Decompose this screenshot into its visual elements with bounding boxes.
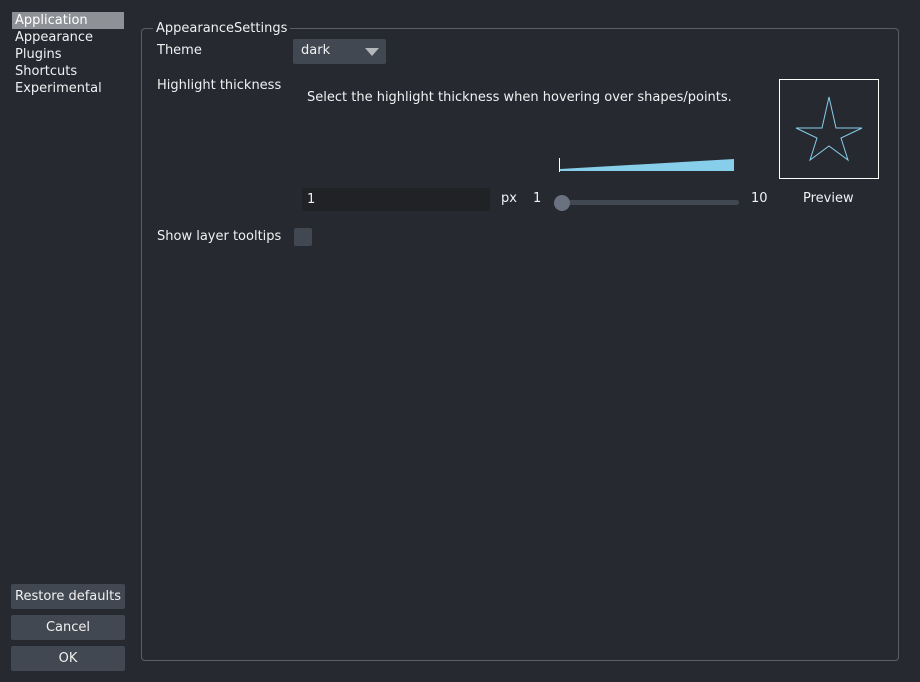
ok-button[interactable]: OK (11, 646, 125, 671)
slider-handle[interactable] (554, 195, 570, 211)
unit-label: px (501, 191, 517, 206)
nav-item-plugins[interactable]: Plugins (12, 46, 124, 63)
nav-item-application[interactable]: Application (12, 12, 124, 29)
nav-item-experimental[interactable]: Experimental (12, 80, 124, 97)
theme-select-value: dark (301, 43, 331, 58)
slider-max-label: 10 (751, 191, 768, 206)
highlight-thickness-slider[interactable] (558, 200, 739, 205)
preview-label: Preview (803, 191, 854, 206)
highlight-thickness-input[interactable] (302, 188, 490, 211)
restore-defaults-button[interactable]: Restore defaults (11, 584, 125, 609)
slider-min-label: 1 (533, 191, 542, 206)
settings-nav-list: Application Appearance Plugins Shortcuts… (12, 12, 124, 97)
show-layer-tooltips-checkbox[interactable] (294, 228, 312, 246)
theme-select[interactable]: dark (293, 39, 386, 64)
star-icon (795, 96, 863, 162)
nav-item-shortcuts[interactable]: Shortcuts (12, 63, 124, 80)
preview-box (779, 79, 879, 179)
theme-label: Theme (157, 43, 202, 58)
show-layer-tooltips-label: Show layer tooltips (157, 229, 282, 244)
highlight-description: Select the highlight thickness when hove… (307, 90, 732, 105)
chevron-down-icon (365, 48, 379, 56)
thickness-ramp (560, 159, 734, 171)
cancel-button[interactable]: Cancel (11, 615, 125, 640)
group-title: AppearanceSettings (153, 21, 291, 37)
highlight-thickness-label: Highlight thickness (157, 78, 282, 93)
thickness-ramp-indicator (559, 158, 734, 172)
nav-item-appearance[interactable]: Appearance (12, 29, 124, 46)
